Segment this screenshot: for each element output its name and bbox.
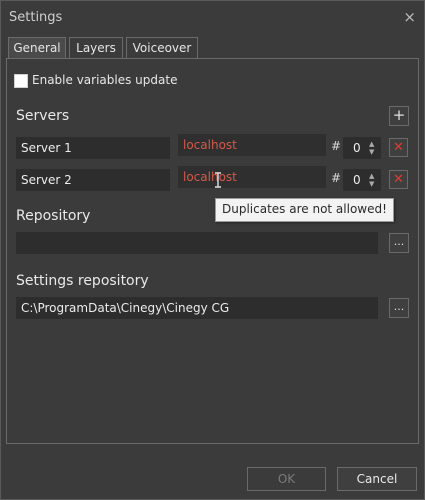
server-2-port-spin-arrows[interactable]: ▲ ▼ (369, 172, 374, 188)
settings-repository-browse-button[interactable]: ... (389, 298, 409, 318)
enable-variables-update-label: Enable variables update (32, 73, 178, 87)
cancel-button[interactable]: Cancel (337, 467, 417, 491)
ellipsis-icon: ... (393, 235, 405, 248)
window-title: Settings (9, 10, 63, 25)
server-2-port-hash: # (331, 171, 342, 185)
server-1-delete-button[interactable]: ✕ (389, 138, 408, 157)
server-1-name-input[interactable]: Server 1 (16, 137, 170, 159)
ellipsis-icon: ... (393, 300, 405, 313)
tab-voiceover[interactable]: Voiceover (126, 37, 198, 59)
enable-variables-update-checkbox[interactable] (14, 74, 28, 88)
server-2-port-stepper[interactable]: 0 (343, 169, 381, 191)
repository-browse-button[interactable]: ... (389, 233, 409, 253)
tab-layers[interactable]: Layers (69, 37, 123, 59)
x-icon: ✕ (393, 140, 404, 155)
close-icon[interactable]: × (403, 8, 416, 26)
servers-heading: Servers (16, 108, 70, 124)
settings-repository-input[interactable]: C:\ProgramData\Cinegy\Cinegy CG (16, 297, 378, 319)
duplicates-tooltip: Duplicates are not allowed! (215, 198, 394, 222)
server-2-delete-button[interactable]: ✕ (389, 170, 408, 189)
server-1-port-spin-arrows[interactable]: ▲ ▼ (369, 140, 374, 156)
tab-general[interactable]: General (8, 37, 66, 60)
ok-button[interactable]: OK (247, 467, 326, 491)
settings-repository-heading: Settings repository (16, 273, 149, 289)
repository-input[interactable] (16, 232, 378, 254)
server-2-name-input[interactable]: Server 2 (16, 169, 170, 191)
add-server-button[interactable]: + (389, 106, 409, 126)
repository-heading: Repository (16, 208, 91, 224)
server-1-port-hash: # (331, 139, 342, 153)
server-1-port-stepper[interactable]: 0 (343, 137, 381, 159)
text-cursor-icon (215, 172, 221, 188)
server-1-host-input[interactable]: localhost (178, 134, 326, 156)
server-2-host-input[interactable]: localhost (178, 166, 326, 188)
x-icon: ✕ (393, 172, 404, 187)
title-bar: Settings × (1, 1, 424, 35)
plus-icon: + (392, 106, 406, 124)
